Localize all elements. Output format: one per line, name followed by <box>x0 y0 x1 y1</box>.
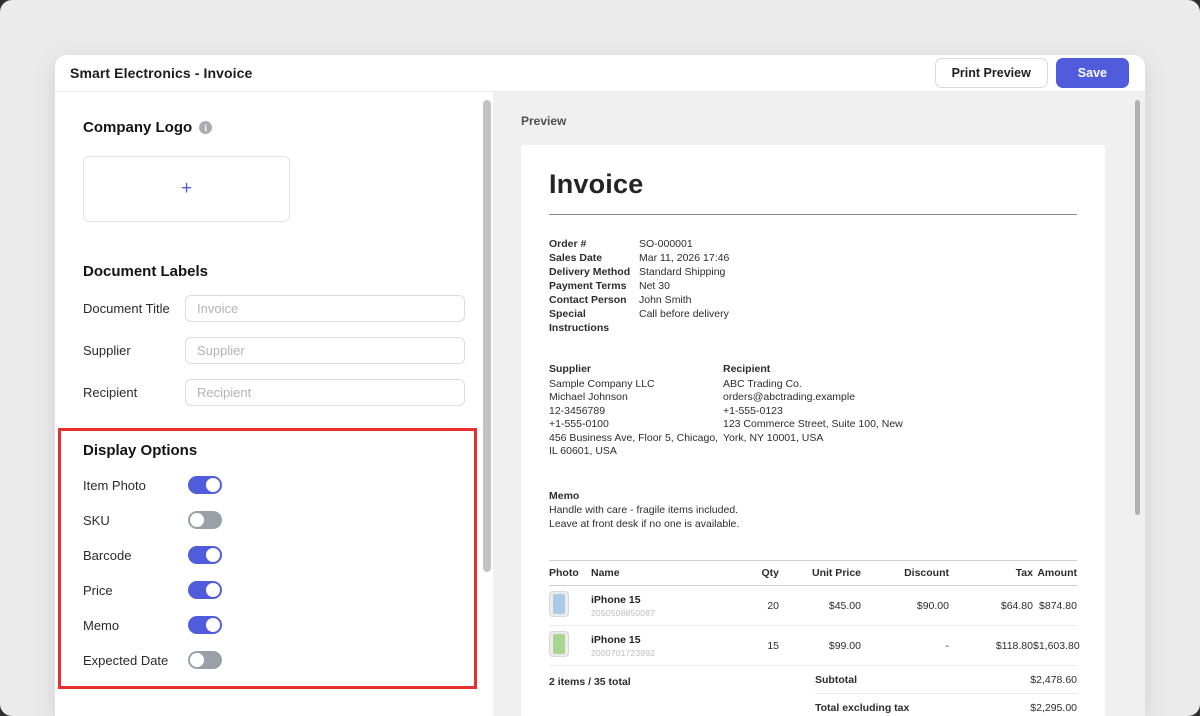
preview-label: Preview <box>521 114 1145 128</box>
window-header: Smart Electronics - Invoice Print Previe… <box>55 55 1145 92</box>
items-table-header: Photo Name Qty Unit Price Discount Tax A… <box>549 560 1077 586</box>
display-options-heading: Display Options <box>83 442 462 459</box>
price-label: Price <box>83 583 188 598</box>
company-logo-heading: Company Logo <box>83 119 192 136</box>
toggle-knob <box>206 618 220 632</box>
toggle-knob <box>206 548 220 562</box>
toggle-knob <box>206 583 220 597</box>
item-photo-toggle-row: Item Photo <box>83 476 462 494</box>
toggle-knob <box>190 513 204 527</box>
barcode-toggle-row: Barcode <box>83 546 462 564</box>
recipient-field-row: Recipient <box>83 379 465 406</box>
document-title-input[interactable] <box>185 295 465 322</box>
document-labels-heading: Document Labels <box>83 263 465 280</box>
document-title-field-row: Document Title <box>83 295 465 322</box>
plus-icon: + <box>181 178 192 200</box>
totals-section: 2 items / 35 total Subtotal$2,478.60 Tot… <box>549 666 1077 716</box>
meta-row: Order #SO-000001 <box>549 237 1077 251</box>
recipient-block: Recipient ABC Trading Co. orders@abctrad… <box>723 363 923 459</box>
recipient-label: Recipient <box>83 385 185 400</box>
invoice-settings-window: Smart Electronics - Invoice Print Previe… <box>55 55 1145 716</box>
header-actions: Print Preview Save <box>935 58 1129 88</box>
toggle-knob <box>190 653 204 667</box>
invoice-meta: Order #SO-000001 Sales DateMar 11, 2026 … <box>549 237 1077 335</box>
settings-panel: Company Logo i + Document Labels Documen… <box>55 92 493 716</box>
item-barcode: 2000701723992 <box>591 648 731 658</box>
price-toggle[interactable] <box>188 581 222 599</box>
print-preview-button[interactable]: Print Preview <box>935 58 1048 88</box>
sku-toggle[interactable] <box>188 511 222 529</box>
title-divider <box>549 214 1077 215</box>
meta-row: Delivery MethodStandard Shipping <box>549 265 1077 279</box>
display-options-section-highlighted: Display Options Item Photo SKU Barcode <box>58 428 477 689</box>
barcode-toggle[interactable] <box>188 546 222 564</box>
content-area: Company Logo i + Document Labels Documen… <box>55 92 1145 716</box>
items-count: 2 items / 35 total <box>549 666 631 716</box>
preview-panel: Preview Invoice Order #SO-000001 Sales D… <box>493 92 1145 716</box>
table-row: iPhone 15 2050508850087 20 $45.00 $90.00… <box>549 586 1077 626</box>
parties-section: Supplier Sample Company LLC Michael John… <box>549 363 1077 459</box>
memo-toggle-row: Memo <box>83 616 462 634</box>
document-labels-section: Document Labels Document Title Supplier … <box>83 263 465 406</box>
toggle-knob <box>206 478 220 492</box>
subtotal-row: Subtotal$2,478.60 <box>815 666 1077 694</box>
settings-scrollbar-thumb[interactable] <box>483 100 491 572</box>
company-logo-heading-row: Company Logo i <box>83 119 465 136</box>
expected-date-toggle[interactable] <box>188 651 222 669</box>
info-icon[interactable]: i <box>199 121 212 134</box>
expected-date-label: Expected Date <box>83 653 188 668</box>
meta-row: Sales DateMar 11, 2026 17:46 <box>549 251 1077 265</box>
expected-date-toggle-row: Expected Date <box>83 651 462 669</box>
supplier-label: Supplier <box>83 343 185 358</box>
item-barcode: 2050508850087 <box>591 608 731 618</box>
item-photo-label: Item Photo <box>83 478 188 493</box>
memo-block: Memo Handle with care - fragile items in… <box>549 490 1077 532</box>
memo-toggle[interactable] <box>188 616 222 634</box>
total-excl-tax-row: Total excluding tax$2,295.00 <box>815 694 1077 716</box>
meta-row: Payment TermsNet 30 <box>549 279 1077 293</box>
sku-label: SKU <box>83 513 188 528</box>
preview-scrollbar-thumb[interactable] <box>1135 100 1140 515</box>
sku-toggle-row: SKU <box>83 511 462 529</box>
page-title: Smart Electronics - Invoice <box>70 65 252 81</box>
item-photo-thumbnail <box>549 591 569 617</box>
supplier-block: Supplier Sample Company LLC Michael John… <box>549 363 723 459</box>
display-options-toggles: Item Photo SKU Barcode Price <box>83 476 462 669</box>
meta-row: Contact PersonJohn Smith <box>549 293 1077 307</box>
items-table: Photo Name Qty Unit Price Discount Tax A… <box>549 560 1077 666</box>
invoice-preview-card: Invoice Order #SO-000001 Sales DateMar 1… <box>521 145 1105 716</box>
summary-rows: Subtotal$2,478.60 Total excluding tax$2,… <box>815 666 1077 716</box>
invoice-title: Invoice <box>549 169 1077 200</box>
barcode-label: Barcode <box>83 548 188 563</box>
save-button[interactable]: Save <box>1056 58 1129 88</box>
memo-label: Memo <box>83 618 188 633</box>
meta-row: Special InstructionsCall before delivery <box>549 307 1077 335</box>
recipient-input[interactable] <box>185 379 465 406</box>
supplier-field-row: Supplier <box>83 337 465 364</box>
item-photo-thumbnail <box>549 631 569 657</box>
item-photo-toggle[interactable] <box>188 476 222 494</box>
supplier-input[interactable] <box>185 337 465 364</box>
document-title-label: Document Title <box>83 301 185 316</box>
logo-upload-box[interactable]: + <box>83 156 290 222</box>
price-toggle-row: Price <box>83 581 462 599</box>
table-row: iPhone 15 2000701723992 15 $99.00 - $118… <box>549 626 1077 666</box>
